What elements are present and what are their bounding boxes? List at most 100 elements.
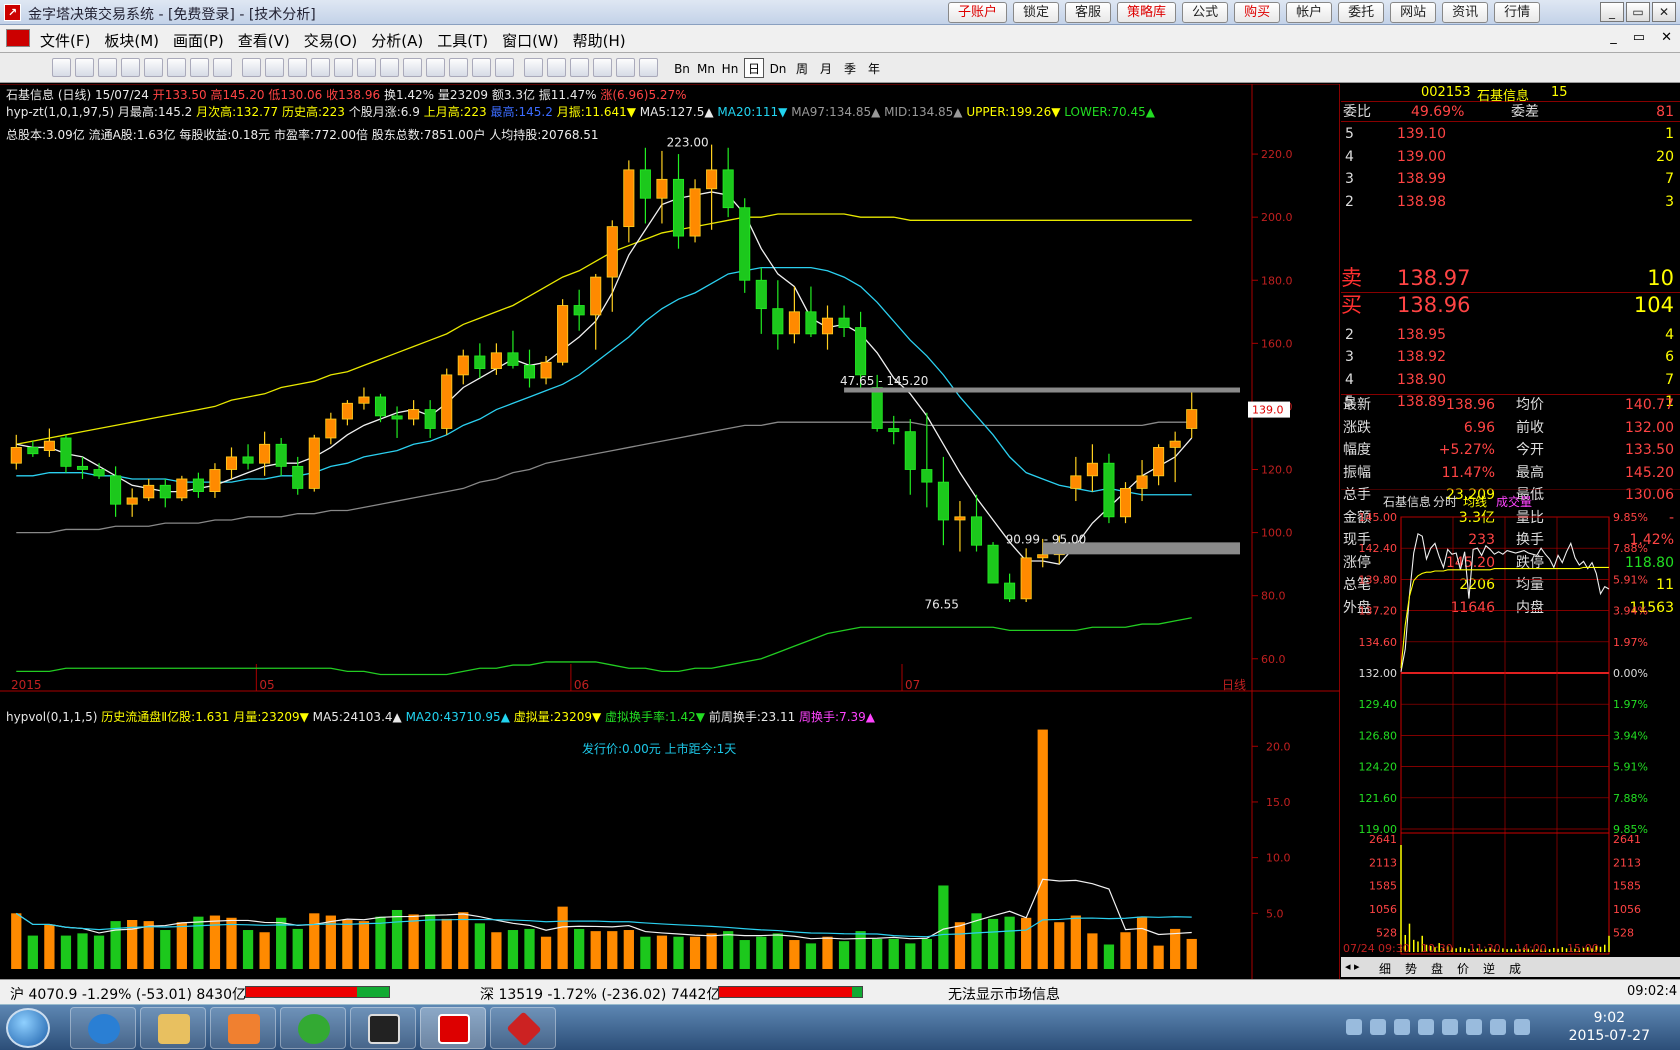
restore-icon[interactable]: ▭ — [1626, 2, 1650, 22]
quote-row: 买 138.96 104 — [1341, 293, 1680, 318]
title-button[interactable]: 行情 — [1494, 2, 1541, 23]
menu-item[interactable]: 窗口(W) — [502, 30, 559, 51]
volume-tick-label: 5.0 — [1266, 907, 1284, 920]
period-button[interactable]: Bn — [672, 58, 692, 78]
title-button[interactable]: 公式 — [1182, 2, 1229, 23]
intraday-tab[interactable]: 盘 — [1431, 960, 1443, 977]
toolbar-icon[interactable] — [265, 58, 284, 77]
toolbar-icon[interactable] — [639, 58, 658, 77]
period-button[interactable]: 周 — [792, 58, 812, 78]
menu-item[interactable]: 帮助(H) — [573, 30, 626, 51]
app-taskbar-button-pyramid[interactable] — [420, 1007, 486, 1049]
menu-item[interactable]: 画面(P) — [173, 30, 224, 51]
toolbar-icon[interactable] — [426, 58, 445, 77]
title-button[interactable]: 锁定 — [1013, 2, 1060, 23]
intraday-tab[interactable]: 逆 — [1483, 960, 1495, 977]
tray-icon[interactable] — [1394, 1019, 1410, 1035]
menu-item[interactable]: 工具(T) — [437, 30, 488, 51]
toolbar-icon[interactable] — [334, 58, 353, 77]
tray-icon[interactable] — [1418, 1019, 1434, 1035]
menu-item[interactable]: 分析(A) — [371, 30, 423, 51]
title-button[interactable]: 帐户 — [1286, 2, 1333, 23]
title-button[interactable]: 策略库 — [1117, 2, 1177, 23]
title-button[interactable]: 资讯 — [1442, 2, 1489, 23]
toolbar-icon[interactable] — [52, 58, 71, 77]
clock[interactable]: 9:02 2015-07-27 — [1569, 1009, 1650, 1045]
intraday-tab[interactable]: 价 — [1457, 960, 1469, 977]
toolbar-icon[interactable] — [311, 58, 330, 77]
intraday-tab[interactable]: 成 — [1509, 960, 1521, 977]
buy-level: 买 — [1341, 293, 1362, 317]
toolbar-icon[interactable] — [449, 58, 468, 77]
volume-bar — [789, 940, 800, 969]
toolbar-icon[interactable] — [190, 58, 209, 77]
intraday-tab[interactable]: 细 — [1379, 960, 1391, 977]
mdi-restore-icon[interactable]: ▭ — [1633, 30, 1645, 45]
candle — [192, 472, 204, 498]
intraday-chart[interactable]: 石基信息 分时 均线 成交量 145.00 9.85% 142.40 7.88% 139.80 5… — [1341, 489, 1680, 959]
toolbar-icon[interactable] — [616, 58, 635, 77]
toolbar-icon[interactable] — [403, 58, 422, 77]
app-taskbar-button-red[interactable] — [490, 1007, 556, 1049]
kline-chart[interactable]: 220.0200.0180.0160.0140.0120.0100.080.06… — [0, 84, 1340, 979]
scroll-arrows-icon[interactable]: ◂ ▸ — [1345, 960, 1360, 973]
app-taskbar-button-kt[interactable] — [350, 1007, 416, 1049]
toolbar-icon[interactable] — [288, 58, 307, 77]
sz-index[interactable]: 深 13519 -1.72% (-236.02) 7442亿 — [480, 984, 720, 1004]
tray-icon[interactable] — [1346, 1019, 1362, 1035]
tray-icon[interactable] — [1370, 1019, 1386, 1035]
volume-icon[interactable] — [1514, 1019, 1530, 1035]
info-segment: hypvol(0,1,1,5) — [6, 710, 102, 724]
toolbar-icon[interactable] — [524, 58, 543, 77]
close-icon[interactable]: ✕ — [1652, 2, 1676, 22]
network-icon[interactable] — [1490, 1019, 1506, 1035]
toolbar-icon[interactable] — [472, 58, 491, 77]
stat-value: 6.96 — [1463, 419, 1495, 436]
mdi-minimize-icon[interactable]: _ — [1610, 30, 1617, 45]
period-button[interactable]: Mn — [696, 58, 716, 78]
menu-item[interactable]: 查看(V) — [238, 30, 290, 51]
start-button[interactable] — [6, 1008, 50, 1048]
intraday-tab[interactable]: 势 — [1405, 960, 1417, 977]
toolbar-icon[interactable] — [121, 58, 140, 77]
media-taskbar-button[interactable] — [210, 1007, 276, 1049]
title-button[interactable]: 委托 — [1338, 2, 1385, 23]
toolbar-icon[interactable] — [167, 58, 186, 77]
tray-icon[interactable] — [1466, 1019, 1482, 1035]
period-button[interactable]: 年 — [864, 58, 884, 78]
explorer-taskbar-button[interactable] — [140, 1007, 206, 1049]
app-taskbar-button-green[interactable] — [280, 1007, 346, 1049]
toolbar-icon[interactable] — [570, 58, 589, 77]
toolbar-icon[interactable] — [98, 58, 117, 77]
period-button[interactable]: 季 — [840, 58, 860, 78]
toolbar-icon[interactable] — [144, 58, 163, 77]
ie-taskbar-button[interactable] — [70, 1007, 136, 1049]
period-button[interactable]: 月 — [816, 58, 836, 78]
menu-item[interactable]: 文件(F) — [40, 30, 90, 51]
document-icon[interactable] — [6, 29, 30, 47]
candle — [408, 400, 420, 426]
sh-index[interactable]: 沪 4070.9 -1.29% (-53.01) 8430亿 — [10, 984, 246, 1004]
toolbar-icon[interactable] — [357, 58, 376, 77]
period-button[interactable]: 日 — [744, 57, 764, 78]
toolbar-icon[interactable] — [593, 58, 612, 77]
buy-level: 2 — [1345, 326, 1354, 343]
mdi-close-icon[interactable]: ✕ — [1661, 30, 1672, 45]
toolbar-icon[interactable] — [213, 58, 232, 77]
period-button[interactable]: Dn — [768, 58, 788, 78]
title-button[interactable]: 购买 — [1234, 2, 1281, 23]
period-button[interactable]: Hn — [720, 58, 740, 78]
tray-icon[interactable] — [1442, 1019, 1458, 1035]
title-button[interactable]: 客服 — [1065, 2, 1112, 23]
toolbar-icon[interactable] — [495, 58, 514, 77]
intraday-vol-label: 2113 — [1369, 856, 1397, 869]
menu-item[interactable]: 交易(O) — [304, 30, 358, 51]
title-button[interactable]: 网站 — [1390, 2, 1437, 23]
toolbar-icon[interactable] — [547, 58, 566, 77]
minimize-icon[interactable]: _ — [1600, 2, 1624, 22]
toolbar-icon[interactable] — [75, 58, 94, 77]
menu-item[interactable]: 板块(M) — [104, 30, 159, 51]
title-button[interactable]: 子账户 — [948, 2, 1008, 23]
toolbar-icon[interactable] — [380, 58, 399, 77]
toolbar-icon[interactable] — [242, 58, 261, 77]
